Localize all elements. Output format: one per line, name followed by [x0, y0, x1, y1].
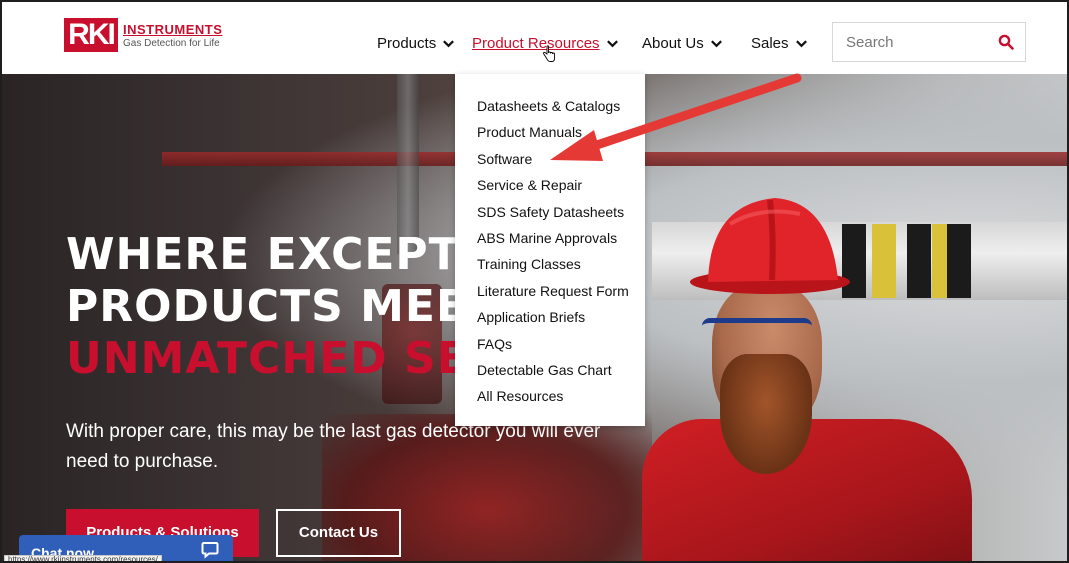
menu-item-software[interactable]: Software [455, 149, 645, 175]
nav-products-label: Products [377, 35, 437, 52]
chevron-down-icon [443, 40, 455, 48]
nav-sales-label: Sales [751, 35, 789, 52]
hero-pipe-vertical [397, 74, 419, 254]
search-box [832, 22, 1026, 62]
site-header: RKI INSTRUMENTS Gas Detection for Life P… [2, 2, 1067, 74]
menu-item-abs-marine-approvals[interactable]: ABS Marine Approvals [455, 228, 645, 254]
chat-bubble-icon [201, 542, 219, 559]
hero-worker-image [642, 184, 972, 561]
menu-item-datasheets-catalogs[interactable]: Datasheets & Catalogs [455, 96, 645, 122]
nav-product-resources-label: Product Resources [472, 35, 600, 52]
hand-cursor-icon [543, 45, 555, 62]
menu-item-application-briefs[interactable]: Application Briefs [455, 307, 645, 333]
status-bar-url: https://www.rkiinstruments.com/resources… [4, 555, 162, 561]
product-resources-dropdown: Datasheets & Catalogs Product Manuals So… [455, 74, 645, 426]
chevron-down-icon [710, 40, 722, 48]
menu-item-sds-safety-datasheets[interactable]: SDS Safety Datasheets [455, 202, 645, 228]
menu-item-all-resources[interactable]: All Resources [455, 386, 645, 412]
logo-tagline: Gas Detection for Life [123, 37, 220, 49]
nav-about-us-label: About Us [642, 35, 704, 52]
chevron-down-icon [606, 40, 618, 48]
menu-item-faqs[interactable]: FAQs [455, 334, 645, 360]
hardhat-image [690, 198, 850, 294]
chevron-down-icon [795, 40, 807, 48]
menu-item-detectable-gas-chart[interactable]: Detectable Gas Chart [455, 360, 645, 386]
logo-name: INSTRUMENTS [123, 21, 223, 37]
hero-subtitle: With proper care, this may be the last g… [66, 421, 601, 472]
rki-logo[interactable]: RKI INSTRUMENTS Gas Detection for Life [64, 18, 222, 52]
nav-sales[interactable]: Sales [751, 35, 808, 52]
menu-item-training-classes[interactable]: Training Classes [455, 254, 645, 280]
search-input[interactable] [833, 23, 983, 61]
nav-about-us[interactable]: About Us [642, 35, 723, 52]
menu-item-product-manuals[interactable]: Product Manuals [455, 122, 645, 148]
menu-item-service-repair[interactable]: Service & Repair [455, 175, 645, 201]
browser-viewport: WHERE EXCEPTIONAL PRODUCTS MEET UNMATCHE… [0, 0, 1069, 563]
menu-item-literature-request-form[interactable]: Literature Request Form [455, 281, 645, 307]
logo-mark: RKI [64, 18, 118, 52]
nav-products[interactable]: Products [377, 35, 455, 52]
contact-us-button[interactable]: Contact Us [276, 509, 401, 557]
search-icon[interactable] [998, 34, 1014, 50]
